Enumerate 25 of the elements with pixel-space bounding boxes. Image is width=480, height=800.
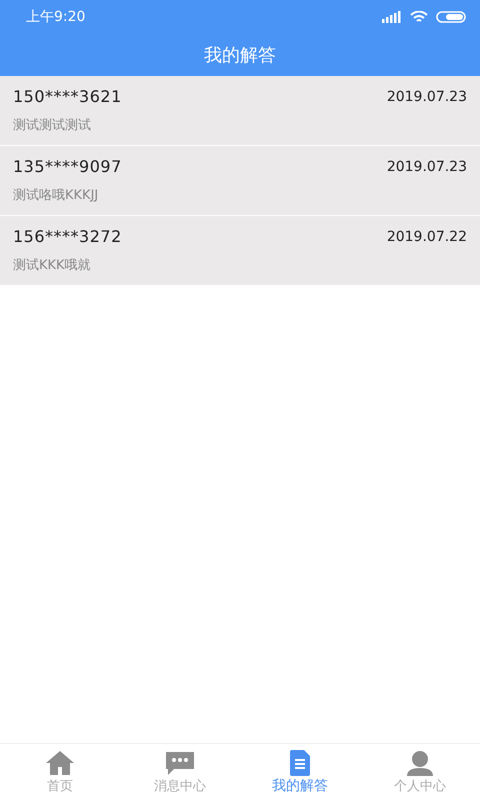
answer-text: 测试测试测试	[13, 117, 92, 134]
answer-date: 2019.07.23	[386, 88, 467, 104]
status-time: 上午9:20	[26, 8, 86, 26]
signal-icon	[382, 11, 402, 23]
chat-bubble-icon	[165, 750, 195, 776]
nav-tab[interactable]: 我的解答	[240, 744, 360, 800]
page-title: 我的解答	[204, 44, 276, 67]
battery-icon	[436, 11, 466, 23]
user-phone: 156****3272	[13, 227, 122, 246]
nav-tab[interactable]: 个人中心	[360, 744, 480, 800]
answer-item[interactable]: 150****3621 2019.07.23 测试测试测试	[0, 76, 480, 146]
nav-tab[interactable]: 消息中心	[120, 744, 240, 800]
answer-date: 2019.07.22	[386, 228, 467, 244]
answer-text: 测试咯哦KKKJJ	[13, 187, 100, 204]
home-icon	[45, 750, 75, 776]
user-phone: 135****9097	[13, 157, 122, 176]
wifi-icon	[410, 10, 428, 24]
answer-item[interactable]: 156****3272 2019.07.22 测试KKK哦就	[0, 216, 480, 286]
answer-text: 测试KKK哦就	[13, 257, 92, 274]
person-icon	[405, 750, 435, 776]
answer-item[interactable]: 135****9097 2019.07.23 测试咯哦KKKJJ	[0, 146, 480, 216]
document-icon	[287, 750, 313, 776]
user-phone: 150****3621	[13, 87, 122, 106]
nav-tab[interactable]: 首页	[0, 744, 120, 800]
answer-date: 2019.07.23	[386, 158, 467, 174]
